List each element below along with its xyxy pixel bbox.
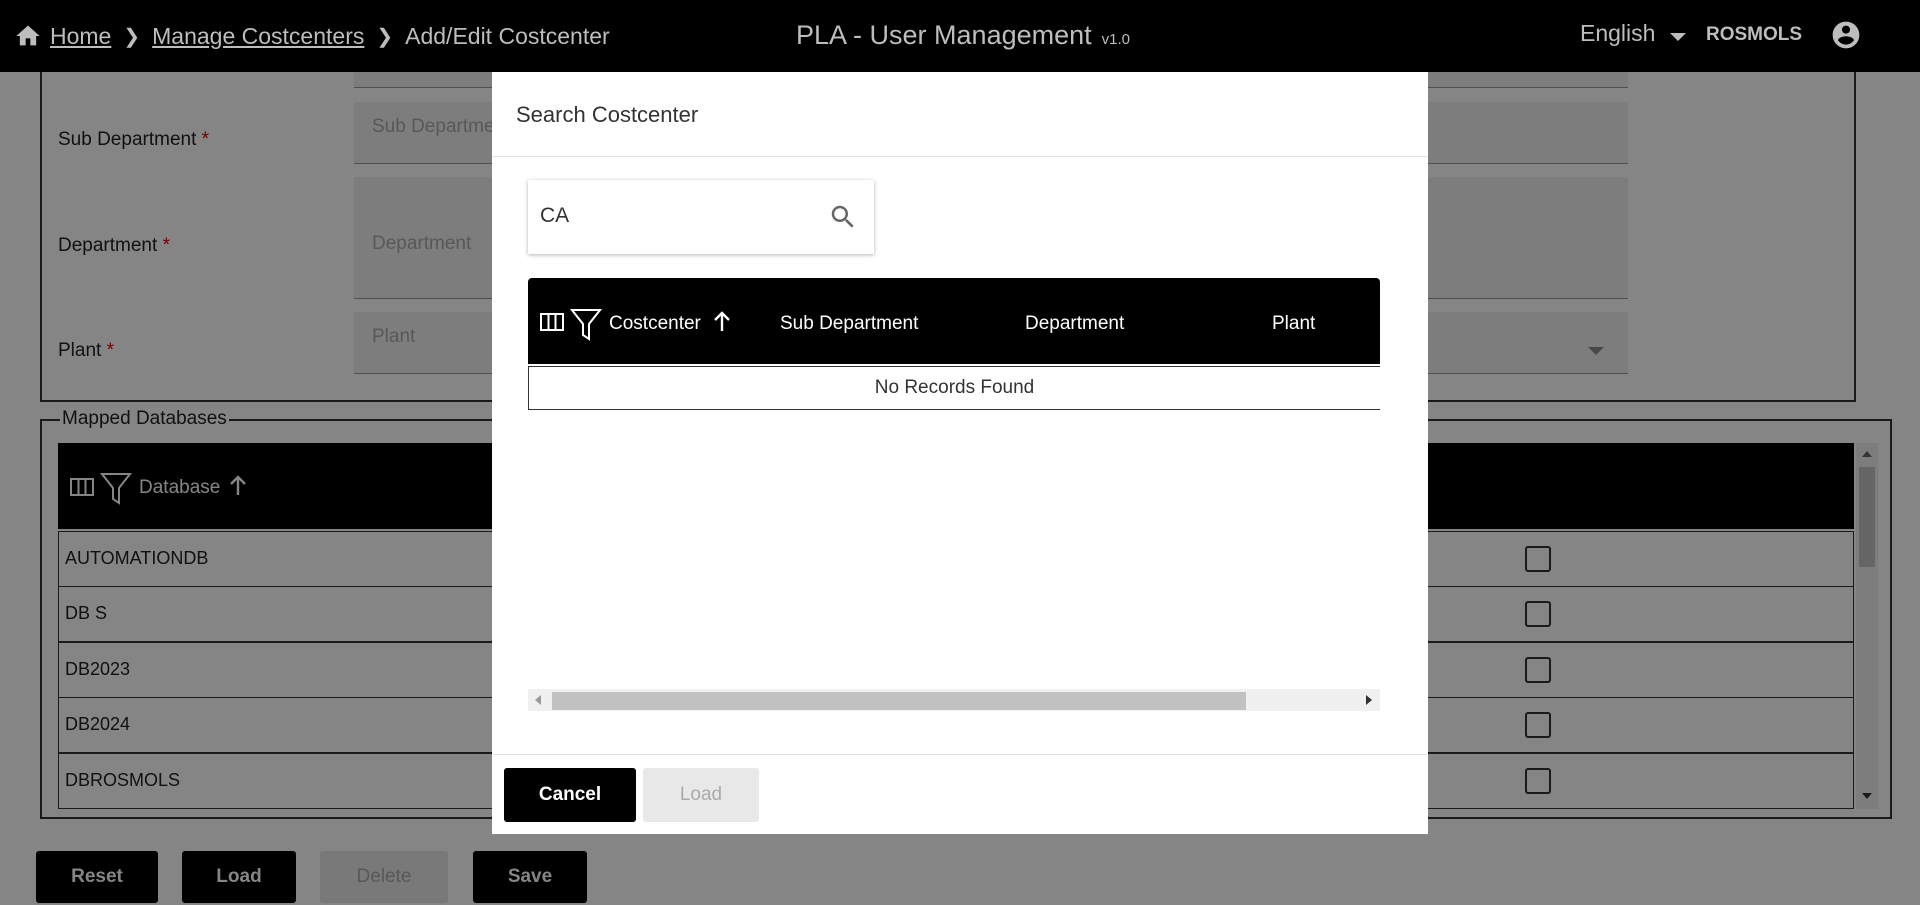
cancel-button[interactable]: Cancel [504,768,636,822]
column-header-costcenter[interactable]: Costcenter [609,313,701,335]
user-name: ROSMOLS [1706,24,1803,45]
search-icon[interactable] [828,202,858,232]
scroll-right-icon[interactable] [1366,695,1372,705]
column-header-department[interactable]: Department [1025,313,1124,335]
language-select[interactable]: English [1580,20,1655,47]
column-header-plant[interactable]: Plant [1272,313,1315,335]
divider [492,156,1428,157]
filter-icon[interactable] [570,308,602,342]
sort-asc-icon[interactable] [712,311,732,333]
breadcrumb: Home ❯ Manage Costcenters ❯ Add/Edit Cos… [14,22,610,50]
scroll-thumb[interactable] [552,692,1246,710]
app-title-text: PLA - User Management [796,20,1092,50]
home-icon[interactable] [14,22,42,50]
search-input[interactable] [540,204,810,228]
search-costcenter-dialog: Search Costcenter Costcenter Sub Departm… [492,72,1428,834]
breadcrumb-manage-link[interactable]: Manage Costcenters [152,23,364,50]
account-circle-icon[interactable] [1830,19,1862,51]
horizontal-scrollbar[interactable] [528,689,1380,711]
columns-icon[interactable] [540,312,564,332]
app-version: v1.0 [1101,31,1131,48]
scroll-left-icon[interactable] [535,695,541,705]
chevron-right-icon: ❯ [376,25,394,48]
search-field [528,180,874,254]
breadcrumb-home-link[interactable]: Home [50,23,111,50]
chevron-right-icon: ❯ [123,25,141,48]
app-title: PLA - User Management v1.0 [796,20,1130,51]
app-header: Home ❯ Manage Costcenters ❯ Add/Edit Cos… [0,0,1920,72]
column-header-sub-department[interactable]: Sub Department [780,313,918,335]
dialog-load-button[interactable]: Load [643,768,759,822]
breadcrumb-current: Add/Edit Costcenter [405,22,610,49]
divider [492,754,1428,755]
grid-header: Costcenter Sub Department Department Pla… [528,278,1380,364]
empty-message: No Records Found [528,366,1380,410]
caret-down-icon[interactable] [1670,33,1686,41]
dialog-title: Search Costcenter [516,102,699,127]
